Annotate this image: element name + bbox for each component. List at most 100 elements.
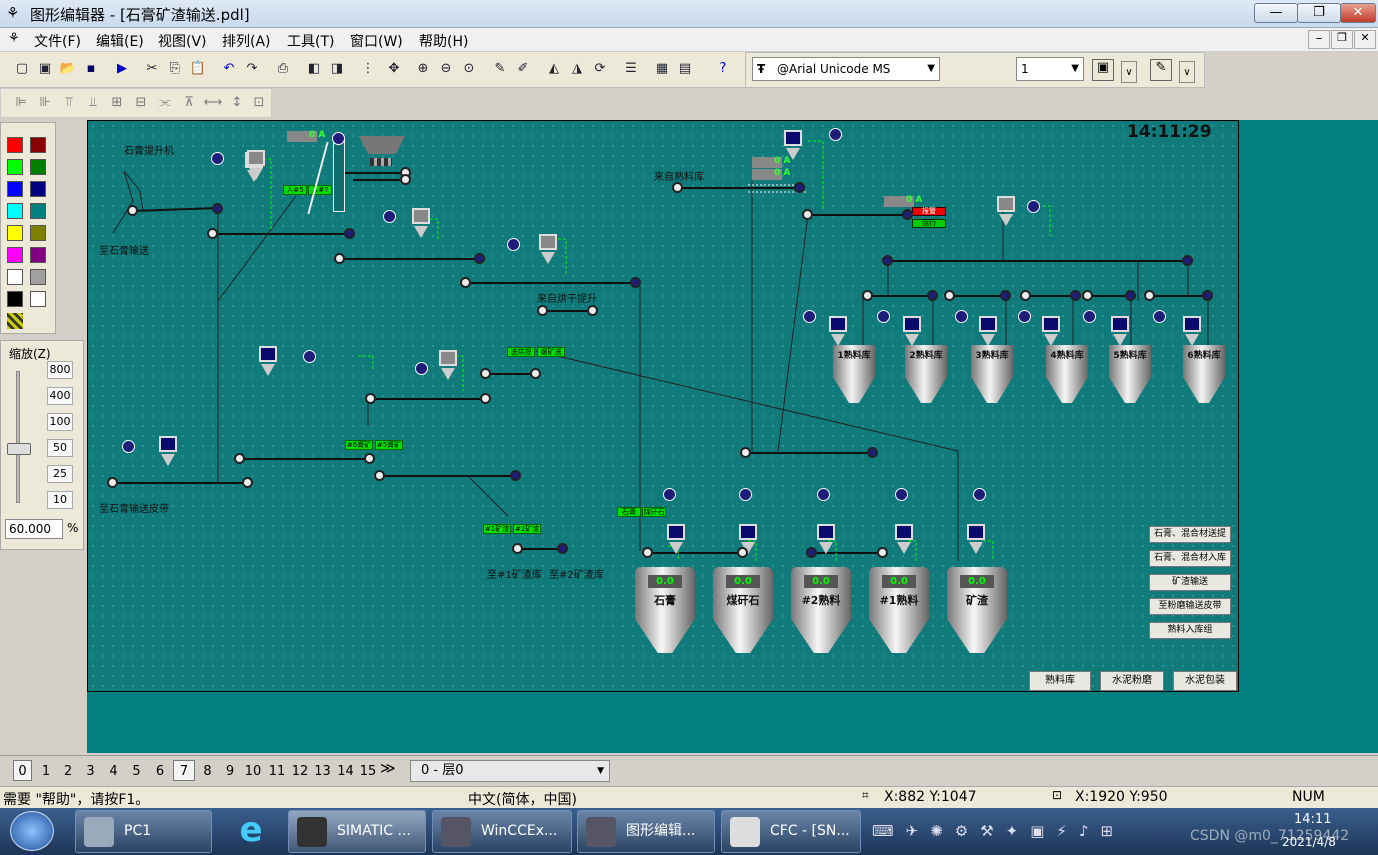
menu-help[interactable]: 帮助(H) [419, 31, 468, 51]
layer-more-icon[interactable]: ≫ [380, 759, 396, 777]
color-swatch[interactable] [7, 291, 23, 307]
font-size-select[interactable]: 1 ▼ [1016, 57, 1084, 81]
font-select[interactable]: Ŧ @Arial Unicode MS ▼ [752, 57, 940, 81]
zoom-in-icon[interactable]: ⊕ [413, 59, 433, 79]
fill-dropdown-icon[interactable]: ∨ [1121, 61, 1137, 83]
objects-icon[interactable]: ▤ [675, 59, 695, 79]
mirror-h-icon[interactable]: ◭ [544, 59, 564, 79]
cut-icon[interactable]: ✂ [142, 59, 162, 79]
color-swatch[interactable] [7, 269, 23, 285]
maximize-button[interactable]: ❐ [1297, 3, 1341, 23]
color-swatch[interactable] [7, 247, 23, 263]
menu-window[interactable]: 窗口(W) [350, 31, 403, 51]
undo-icon[interactable]: ↶ [219, 59, 239, 79]
task-cfc[interactable]: CFC - [SN... [721, 810, 861, 853]
same-width-icon[interactable]: ⟷ [203, 93, 223, 113]
copy-icon[interactable]: ⎘ [165, 59, 185, 79]
nav-button[interactable]: 熟料库 [1029, 671, 1091, 691]
minimize-button[interactable]: — [1254, 3, 1298, 23]
layer-tab-15[interactable]: 15 [358, 760, 378, 781]
zoom-800-button[interactable]: 800 [47, 361, 73, 379]
layer-tab-12[interactable]: 12 [290, 760, 310, 781]
save-icon[interactable]: ▪ [81, 59, 101, 79]
library-icon[interactable]: ▦ [652, 59, 672, 79]
color-swatch[interactable] [7, 203, 23, 219]
menu-arrange[interactable]: 排列(A) [222, 31, 271, 51]
color-swatch[interactable] [7, 181, 23, 197]
zoom-value-field[interactable]: 60.000 [5, 519, 63, 539]
layers-icon[interactable]: ☰ [621, 59, 641, 79]
color-swatch[interactable] [30, 203, 46, 219]
layer-select[interactable]: 0 - 层0 ▼ [410, 760, 610, 782]
run-icon[interactable]: ▶ [112, 59, 132, 79]
color-swatch[interactable] [7, 159, 23, 175]
layer-tab-2[interactable]: 2 [58, 760, 78, 781]
layer-tab-0[interactable]: 0 [13, 760, 32, 781]
align-right-icon[interactable]: ⊪ [35, 93, 55, 113]
ie-icon[interactable]: e [222, 810, 280, 853]
open-icon[interactable]: 📂 [58, 59, 78, 79]
nav-button[interactable]: 水泥粉磨 [1100, 671, 1164, 691]
start-button[interactable] [10, 811, 54, 851]
center-h-icon[interactable]: ⊞ [107, 93, 127, 113]
color-swatch[interactable] [30, 159, 46, 175]
layer-tab-4[interactable]: 4 [103, 760, 124, 781]
color-swatch[interactable] [7, 137, 23, 153]
nav-button[interactable]: 石膏、混合材送提 [1149, 526, 1231, 543]
layer-tab-11[interactable]: 11 [266, 760, 288, 781]
menu-file[interactable]: 文件(F) [34, 31, 81, 51]
space-v-icon[interactable]: ⊼ [179, 93, 199, 113]
layer-tab-1[interactable]: 1 [36, 760, 56, 781]
color-swatch[interactable] [30, 225, 46, 241]
custom-color-icon[interactable] [7, 313, 23, 329]
snap-icon[interactable]: ✥ [384, 59, 404, 79]
zoom-25-button[interactable]: 25 [47, 465, 73, 483]
line-color-icon[interactable]: ✎ [1150, 59, 1172, 81]
print-icon[interactable]: ⎙ [273, 59, 293, 79]
align-bottom-icon[interactable]: ⫫ [83, 93, 103, 113]
zoom-slider-handle[interactable] [7, 443, 31, 455]
layer-tab-7[interactable]: 7 [173, 760, 195, 781]
zoom-400-button[interactable]: 400 [47, 387, 73, 405]
fill-color-icon[interactable]: ▣ [1092, 59, 1114, 81]
redo-icon[interactable]: ↷ [242, 59, 262, 79]
pipette-icon[interactable]: ✎ [490, 59, 510, 79]
same-height-icon[interactable]: ↕ [227, 93, 247, 113]
layer-tab-13[interactable]: 13 [312, 760, 333, 781]
space-h-icon[interactable]: ⫘ [155, 93, 175, 113]
layer-tab-8[interactable]: 8 [197, 760, 218, 781]
line-dropdown-icon[interactable]: ∨ [1179, 61, 1195, 83]
nav-button[interactable]: 矿渣输送 [1149, 574, 1231, 591]
color-swatch[interactable] [30, 247, 46, 263]
paste-icon[interactable]: 📋 [188, 59, 208, 79]
zoom-100-button[interactable]: 100 [47, 413, 73, 431]
center-v-icon[interactable]: ⊟ [131, 93, 151, 113]
color-swatch[interactable] [30, 269, 46, 285]
layer-tab-6[interactable]: 6 [149, 760, 171, 781]
color-swatch[interactable] [7, 225, 23, 241]
layer-tab-14[interactable]: 14 [335, 760, 356, 781]
mdi-minimize-button[interactable]: – [1308, 30, 1330, 49]
nav-button[interactable]: 水泥包装 [1173, 671, 1237, 691]
color-swatch[interactable] [30, 137, 46, 153]
help-icon[interactable]: ? [713, 59, 733, 79]
new-icon[interactable]: ▢ [12, 59, 32, 79]
mirror-v-icon[interactable]: ◮ [567, 59, 587, 79]
zoom-slider-track[interactable] [16, 371, 20, 503]
task-wincc[interactable]: WinCCEx... [432, 810, 572, 853]
brush-icon[interactable]: ✐ [513, 59, 533, 79]
zoom-10-button[interactable]: 10 [47, 491, 73, 509]
layer-tab-9[interactable]: 9 [220, 760, 240, 781]
task-simatic[interactable]: SIMATIC ... [288, 810, 426, 853]
zoom-50-button[interactable]: 50 [47, 439, 73, 457]
align-left-icon[interactable]: ⊫ [11, 93, 31, 113]
zoom-out-icon[interactable]: ⊖ [436, 59, 456, 79]
layer-tab-3[interactable]: 3 [80, 760, 101, 781]
close-button[interactable]: ✕ [1340, 3, 1376, 23]
grid-icon[interactable]: ⋮ [358, 59, 378, 79]
color-swatch[interactable] [30, 291, 46, 307]
zoom-fit-icon[interactable]: ⊙ [459, 59, 479, 79]
send-back-icon[interactable]: ◨ [327, 59, 347, 79]
bring-front-icon[interactable]: ◧ [304, 59, 324, 79]
layer-tab-10[interactable]: 10 [242, 760, 264, 781]
